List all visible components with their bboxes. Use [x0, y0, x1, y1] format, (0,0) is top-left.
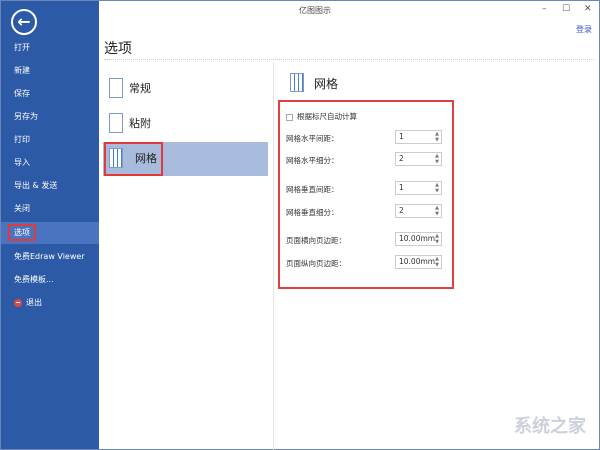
- menu-options[interactable]: 选项: [1, 222, 99, 244]
- v-spacing-value: 1: [399, 183, 404, 192]
- checkbox-icon: [286, 113, 293, 121]
- spinner-arrows-icon[interactable]: ▲ ▼: [435, 182, 439, 194]
- maximize-button[interactable]: ☐: [562, 4, 570, 14]
- menu-templates[interactable]: 免费模板...: [1, 269, 99, 291]
- v-subdiv-value: 2: [399, 206, 404, 215]
- watermark: 系统之家: [514, 416, 586, 437]
- menu-exit[interactable]: 退出: [1, 292, 99, 314]
- page-title: 选项: [104, 41, 132, 57]
- h-subdiv-input[interactable]: 2 ▲ ▼: [395, 152, 442, 166]
- menu-open[interactable]: 打开: [1, 37, 99, 59]
- h-spacing-label: 网格水平间距：: [286, 134, 339, 143]
- v-subdiv-input[interactable]: 2 ▲ ▼: [395, 204, 442, 218]
- menu-save-as[interactable]: 另存为: [1, 106, 99, 128]
- spinner-arrows-icon[interactable]: ▲ ▼: [435, 153, 439, 165]
- category-general[interactable]: 常规: [103, 72, 268, 106]
- menu-new[interactable]: 新建: [1, 60, 99, 82]
- close-button[interactable]: ✕: [584, 4, 592, 14]
- grid-icon: [109, 148, 123, 168]
- v-margin-input[interactable]: 10.00mm ▲ ▼: [395, 255, 442, 269]
- h-spacing-value: 1: [399, 132, 404, 141]
- h-margin-value: 10.00mm: [399, 234, 436, 243]
- menu-close[interactable]: 关闭: [1, 198, 99, 220]
- menu-save[interactable]: 保存: [1, 83, 99, 105]
- spinner-arrows-icon[interactable]: ▲ ▼: [435, 233, 439, 245]
- grid-icon: [290, 73, 304, 92]
- h-subdiv-label: 网格水平细分：: [286, 156, 339, 165]
- v-subdiv-label: 网格垂直细分：: [286, 208, 339, 217]
- auto-calc-label: 根据标尺自动计算: [297, 112, 357, 121]
- spinner-arrows-icon[interactable]: ▲ ▼: [435, 256, 439, 268]
- h-spacing-input[interactable]: 1 ▲ ▼: [395, 130, 442, 144]
- menu-export-send[interactable]: 导出 & 发送: [1, 175, 99, 197]
- menu-edraw-viewer[interactable]: 免费Edraw Viewer: [1, 246, 99, 268]
- v-margin-value: 10.00mm: [399, 257, 436, 266]
- exit-icon: [14, 298, 22, 307]
- category-grid[interactable]: 网格: [103, 142, 268, 176]
- v-spacing-label: 网格垂直间距：: [286, 185, 339, 194]
- divider: [104, 59, 594, 60]
- spinner-arrows-icon[interactable]: ▲ ▼: [435, 205, 439, 217]
- divider-vertical: [273, 62, 274, 450]
- menu-options-label: 选项: [8, 224, 36, 241]
- h-margin-input[interactable]: 10.00mm ▲ ▼: [395, 232, 442, 246]
- window-title: 亿图图示: [299, 6, 331, 15]
- h-subdiv-value: 2: [399, 154, 404, 163]
- panel-title: 网格: [314, 77, 339, 91]
- v-margin-label: 页面纵向页边距：: [286, 259, 346, 268]
- general-icon: [109, 78, 123, 98]
- sidebar: ← 打开 新建 保存 另存为 打印 导入 导出 & 发送 关闭 选项 免费Edr…: [1, 1, 99, 449]
- menu-print[interactable]: 打印: [1, 129, 99, 151]
- v-spacing-input[interactable]: 1 ▲ ▼: [395, 181, 442, 195]
- category-general-label: 常规: [129, 82, 151, 95]
- category-snap[interactable]: 粘附: [103, 107, 268, 141]
- category-snap-label: 粘附: [129, 117, 151, 130]
- menu-import[interactable]: 导入: [1, 152, 99, 174]
- login-link[interactable]: 登录: [576, 24, 592, 35]
- h-margin-label: 页面横向页边距：: [286, 236, 346, 245]
- minimize-button[interactable]: –: [542, 4, 547, 14]
- menu-exit-label: 退出: [26, 298, 42, 307]
- snap-icon: [109, 113, 123, 133]
- auto-calc-checkbox[interactable]: 根据标尺自动计算: [286, 111, 357, 122]
- spinner-arrows-icon[interactable]: ▲ ▼: [435, 131, 439, 143]
